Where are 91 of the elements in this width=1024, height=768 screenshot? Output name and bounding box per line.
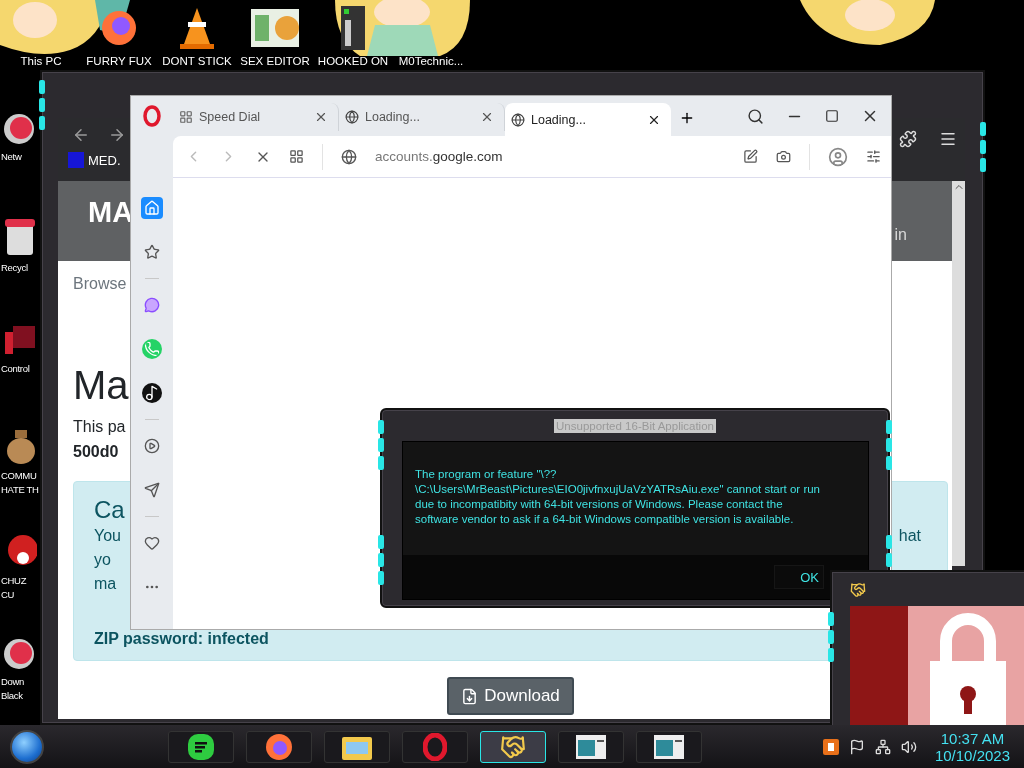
globe-icon <box>511 112 525 127</box>
start-button[interactable] <box>10 729 44 764</box>
breadcrumb[interactable]: Browse <box>73 275 127 293</box>
hash-text: 500d0 <box>73 443 119 461</box>
taskbar-button[interactable] <box>636 730 702 763</box>
music-note-icon <box>142 383 162 403</box>
flag-icon[interactable] <box>848 738 865 755</box>
opera-icon <box>423 732 447 761</box>
globe-icon <box>341 148 357 165</box>
file-download-icon <box>461 687 479 705</box>
site-title[interactable]: MA <box>88 195 134 229</box>
settings-icon[interactable] <box>866 149 881 164</box>
light-strip <box>378 535 384 585</box>
taskbar-button[interactable] <box>558 730 624 763</box>
ok-button[interactable]: OK <box>774 565 824 589</box>
taskbar-button[interactable] <box>168 730 234 763</box>
zip-password: ZIP password: infected <box>94 630 269 648</box>
app-tray-icon[interactable] <box>822 738 839 755</box>
address-field[interactable]: accounts.google.com <box>375 149 725 164</box>
intro-text: This pa <box>73 418 126 436</box>
firefox-icon <box>265 732 293 761</box>
menu-icon[interactable] <box>939 130 957 148</box>
card-text: hat <box>898 527 921 545</box>
handshake-icon <box>850 582 866 598</box>
desktop-icon-label[interactable]: CHUZ CU <box>1 574 27 602</box>
desktop-icon-label[interactable]: SEX EDITOR <box>240 54 310 69</box>
chat-app-icon <box>188 733 214 760</box>
grid-icon <box>179 110 193 124</box>
send-icon <box>144 482 160 498</box>
desktop-icon-label[interactable]: This PC <box>20 54 62 69</box>
desktop-icon-label[interactable]: Recycl <box>1 261 28 275</box>
new-tab-icon[interactable] <box>679 110 695 126</box>
light-strip <box>980 122 986 172</box>
scrollbar[interactable] <box>952 181 965 566</box>
desktop-icon-label[interactable]: COMMU HATE TH <box>1 469 39 497</box>
card-text: ma <box>94 575 117 593</box>
orb-icon <box>1 637 35 671</box>
error-message: The program or feature "\??\C:\Users\MrBeast\Pictures\EIO0jivfnxujUaVzYATRsAiu.exe" cannot start or run due to incompatibity with 64-bit versions of Windows. Please contact the software vendor to ask if a 64-bit Windows compatible version is available. <box>415 467 821 527</box>
window-thumbnail-icon <box>654 734 684 759</box>
maximize-icon[interactable] <box>825 109 839 123</box>
tabs-grid-icon[interactable] <box>289 149 304 164</box>
desktop-icon-label[interactable]: Netw <box>1 150 22 164</box>
search-icon[interactable] <box>747 107 764 125</box>
network-icon[interactable] <box>874 738 891 755</box>
sidebar-button[interactable] <box>141 382 163 404</box>
back-icon[interactable] <box>72 126 90 144</box>
card-text: You <box>94 527 121 545</box>
opera-logo-icon[interactable] <box>143 105 161 127</box>
close-tab-icon[interactable] <box>314 110 328 124</box>
bookmark-link[interactable]: MED. <box>68 152 121 168</box>
browser-tab[interactable]: Loading... <box>505 103 671 136</box>
desktop-icon-label[interactable]: FURRY FUX <box>86 54 152 69</box>
play-icon <box>144 438 160 454</box>
desktop-icon-label[interactable]: HOOKED ON <box>317 54 389 69</box>
chat-bubble-icon <box>144 297 160 313</box>
clock[interactable]: 10:37 AM 10/10/2023 <box>934 729 1010 764</box>
camera-icon[interactable] <box>776 149 791 164</box>
volume-icon[interactable] <box>900 738 917 755</box>
extensions-icon[interactable] <box>899 130 917 148</box>
browser-tab[interactable]: Speed Dial <box>173 103 339 131</box>
editor-app-icon <box>251 9 299 47</box>
close-tab-icon[interactable] <box>480 110 494 124</box>
window-thumbnail-icon <box>576 734 606 759</box>
phone-icon <box>142 339 162 359</box>
card-text: yo <box>94 551 111 569</box>
orb-icon <box>1 112 35 146</box>
light-strip <box>39 80 45 130</box>
desktop-icon-label[interactable]: Down Black <box>1 675 25 703</box>
globe-icon <box>345 110 359 124</box>
taskbar-button[interactable] <box>246 730 312 763</box>
profile-icon[interactable] <box>828 146 848 167</box>
desktop-icon-label[interactable]: M0Technic... <box>398 54 464 69</box>
forward-icon[interactable] <box>108 126 126 144</box>
desktop-icon-label[interactable]: Control <box>1 362 30 376</box>
taskbar-button[interactable] <box>324 730 390 763</box>
firefox-icon <box>99 8 139 48</box>
light-strip <box>828 612 834 662</box>
edit-icon[interactable] <box>743 149 758 164</box>
card-title: Ca <box>94 496 125 524</box>
app-icon <box>341 6 365 50</box>
login-link[interactable]: in <box>894 226 907 244</box>
download-button[interactable]: Download <box>447 677 574 715</box>
light-strip <box>886 420 892 470</box>
desktop-icon-label[interactable]: DONT STICK <box>162 54 232 69</box>
star-icon <box>144 244 160 260</box>
handshake-icon <box>500 733 526 760</box>
home-icon <box>144 200 160 216</box>
page-heading: Ma <box>73 363 129 408</box>
traffic-cone-icon <box>177 6 217 50</box>
heart-icon <box>144 535 160 551</box>
light-strip <box>378 420 384 470</box>
